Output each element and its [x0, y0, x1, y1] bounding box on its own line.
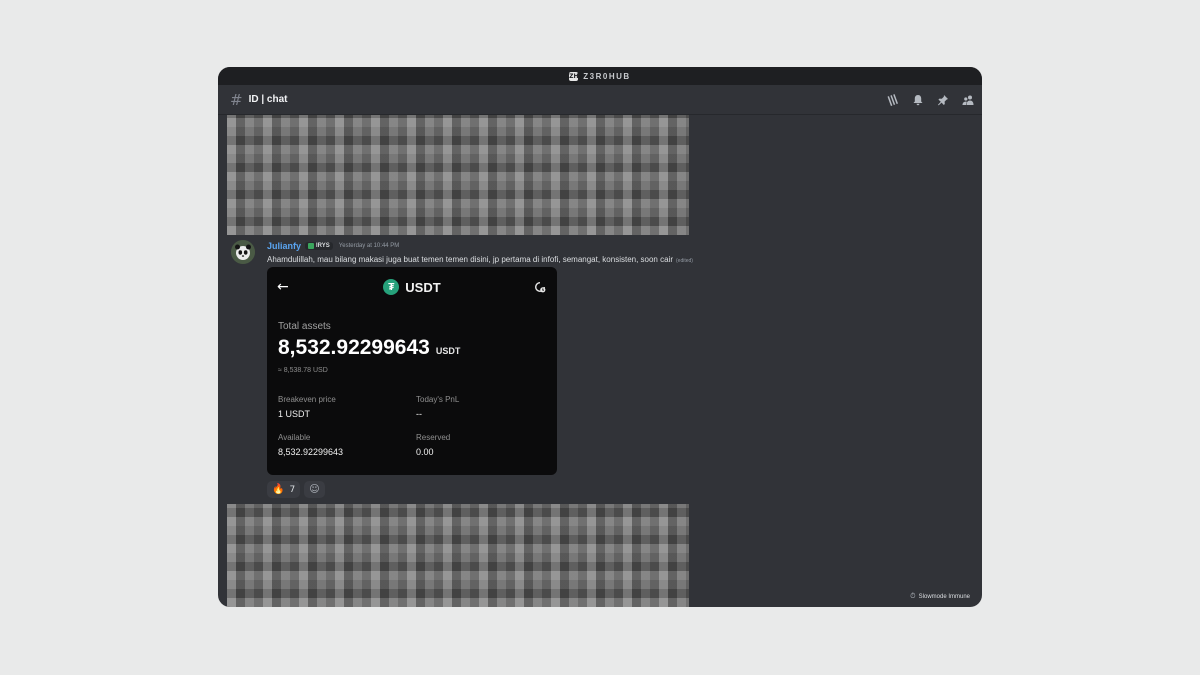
card-title: USDT: [405, 279, 441, 295]
stat-value: 1 USDT: [278, 409, 311, 419]
pin-icon[interactable]: [934, 91, 951, 108]
stat-value: --: [416, 409, 422, 419]
stat-label: Breakeven price: [278, 395, 336, 404]
fire-icon: 🔥: [272, 484, 285, 495]
smiley-icon: ☺: [309, 484, 320, 495]
channel-name: ID | chat: [248, 94, 288, 105]
bell-icon[interactable]: [909, 91, 926, 108]
members-icon[interactable]: [959, 91, 976, 108]
discord-window: ZH Z3R0HUB # ID | chat Julianfy IRYS Yes…: [218, 67, 982, 607]
pnl-stat: Today's PnL --: [416, 395, 459, 419]
available-stat: Available 8,532.92299643: [278, 433, 343, 457]
message-body: Ahamdulillah, mau bilang makasi juga bua…: [267, 255, 673, 264]
message-timestamp: Yesterday at 10:44 PM: [338, 243, 400, 249]
slowmode-label: Slowmode Immune: [918, 593, 970, 600]
avatar[interactable]: [231, 240, 255, 264]
stat-label: Reserved: [416, 433, 451, 442]
total-assets-row: 8,532.92299643 USDT: [278, 336, 460, 360]
stat-label: Today's PnL: [416, 395, 460, 404]
pixelated-message-bottom: [227, 504, 689, 607]
reactions-bar: 🔥 7 ☺: [267, 481, 325, 498]
slowmode-indicator: ⏱ Slowmode Immune: [910, 592, 970, 601]
stat-value: 0.00: [416, 447, 434, 457]
hash-icon: #: [230, 90, 243, 109]
channel-header: # ID | chat: [218, 85, 982, 115]
server-name: Z3R0HUB: [583, 71, 631, 81]
avatar-panda-icon: [231, 240, 255, 264]
threads-icon[interactable]: [884, 91, 901, 108]
channel-toolbar: [884, 91, 976, 108]
username[interactable]: Julianfy: [267, 241, 301, 251]
message-text: Ahamdulillah, mau bilang makasi juga bua…: [267, 255, 693, 264]
history-icon: [534, 280, 546, 298]
stopwatch-icon: ⏱: [910, 592, 916, 600]
title-bar: ZH Z3R0HUB: [218, 67, 982, 85]
usd-equivalent: ≈ 8,538.78 USD: [278, 367, 328, 374]
message-header: Julianfy IRYS Yesterday at 10:44 PM: [267, 241, 399, 251]
breakeven-stat: Breakeven price 1 USDT: [278, 395, 336, 419]
reserved-stat: Reserved 0.00: [416, 433, 450, 457]
add-reaction-button[interactable]: ☺: [304, 481, 325, 498]
card-title-row: ₮ USDT: [267, 279, 557, 295]
guild-tag[interactable]: IRYS: [305, 242, 333, 250]
fire-reaction[interactable]: 🔥 7: [267, 481, 301, 498]
edited-label: (edited): [676, 258, 693, 264]
screenshot-attachment[interactable]: ← ₮ USDT Total assets 8,532.92299643 USD…: [267, 267, 557, 475]
stat-label: Available: [278, 433, 311, 442]
total-assets-label: Total assets: [278, 321, 331, 332]
stat-value: 8,532.92299643: [278, 447, 344, 457]
reaction-count: 7: [289, 484, 296, 495]
usdt-logo-icon: ₮: [383, 279, 400, 295]
server-icon: ZH: [569, 71, 579, 81]
guild-tag-icon: [308, 243, 315, 249]
pixelated-message-top: [227, 115, 689, 235]
guild-tag-label: IRYS: [316, 243, 330, 249]
total-assets-value: 8,532.92299643: [278, 336, 430, 359]
total-assets-unit: USDT: [435, 346, 461, 356]
